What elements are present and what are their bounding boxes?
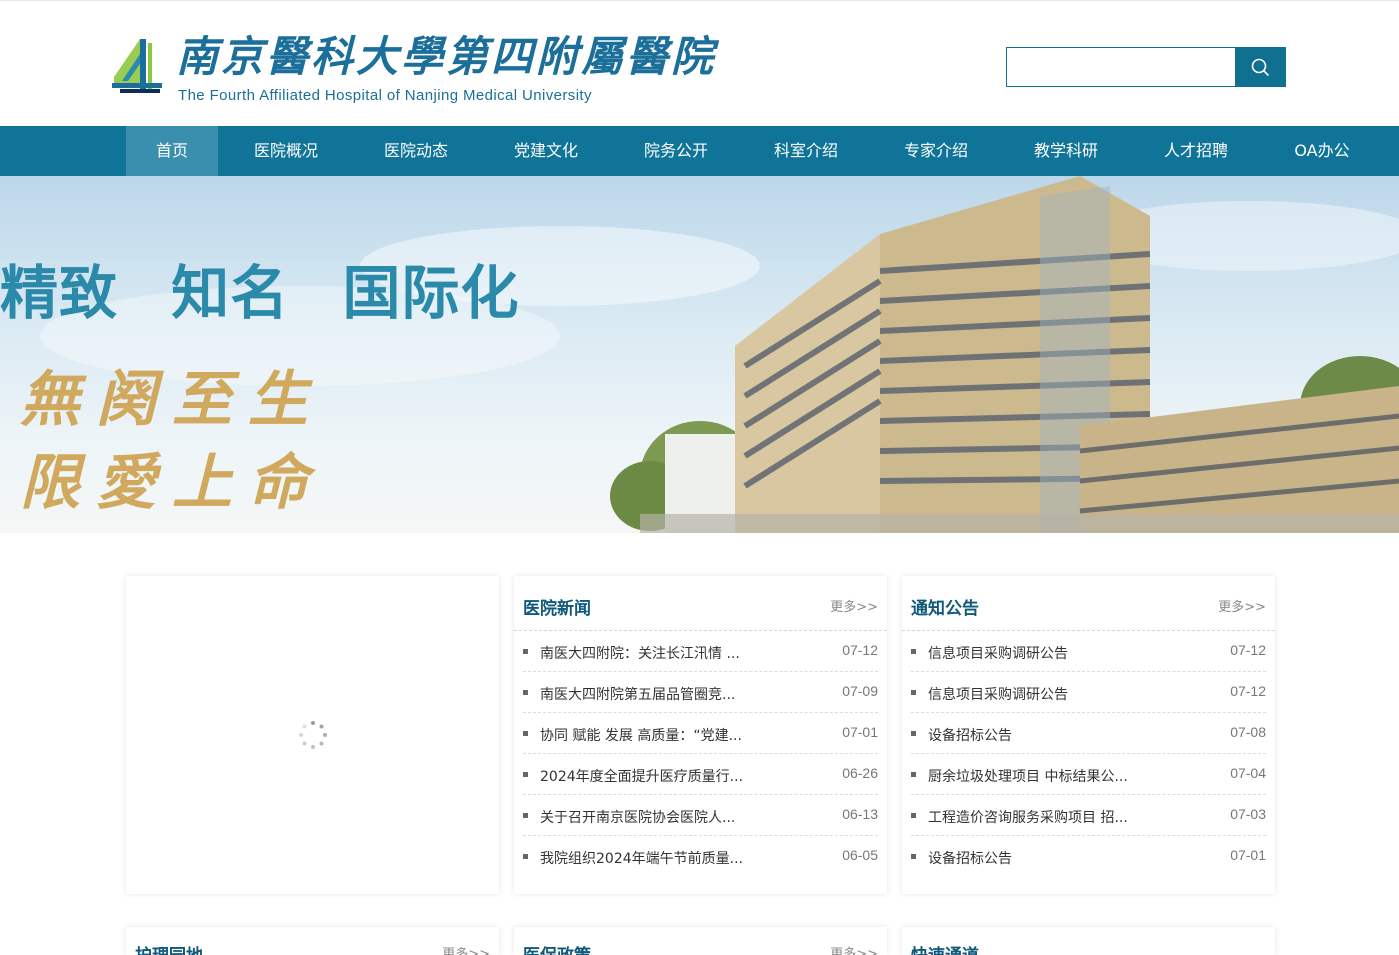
bullet-icon <box>523 854 528 859</box>
hospital-name-en: The Fourth Affiliated Hospital of Nanjin… <box>178 87 592 104</box>
search-button[interactable] <box>1235 48 1285 86</box>
list-item[interactable]: 信息项目采购调研公告 07-12 <box>911 672 1266 713</box>
bullet-icon <box>523 690 528 695</box>
hero-banner[interactable]: 精致 知名 国际化 無阕至生 限愛上命 <box>0 176 1399 533</box>
search-input[interactable] <box>1007 48 1236 86</box>
panel-title: 快速通道 <box>911 941 979 955</box>
panel-title: 护理园地 <box>135 941 203 955</box>
bullet-icon <box>911 772 916 777</box>
panel-header: 医院新闻 更多>> <box>514 576 887 631</box>
list-item[interactable]: 我院组织2024年端午节前质量... 06-05 <box>523 836 878 877</box>
item-title: 2024年度全面提升医疗质量行... <box>540 769 743 785</box>
list-item[interactable]: 南医大四附院：关注长江汛情 ... 07-12 <box>523 631 878 672</box>
nav-item-hospital-news[interactable]: 医院动态 <box>354 126 478 176</box>
bullet-icon <box>523 731 528 736</box>
item-title: 关于召开南京医院协会医院人... <box>540 810 736 826</box>
bullet-icon <box>911 813 916 818</box>
nav-item-recruitment[interactable]: 人才招聘 <box>1134 126 1258 176</box>
item-title: 我院组织2024年端午节前质量... <box>540 851 743 867</box>
list-item[interactable]: 设备招标公告 07-08 <box>911 713 1266 754</box>
list-item[interactable]: 协同 赋能 发展 高质量：“党建... 07-01 <box>523 713 878 754</box>
list-item[interactable]: 2024年度全面提升医疗质量行... 06-26 <box>523 754 878 795</box>
slogan-word-2: 知名 <box>171 259 290 327</box>
news-list: 南医大四附院：关注长江汛情 ... 07-12 南医大四附院第五届品管圈竞... 0… <box>523 631 878 877</box>
list-item[interactable]: 设备招标公告 07-01 <box>911 836 1266 877</box>
nav-item-home[interactable]: 首页 <box>126 126 218 176</box>
item-date: 06-13 <box>842 806 878 822</box>
insurance-policy-panel: 医保政策 更多>> <box>514 927 887 955</box>
nursing-panel: 护理园地 更多>> <box>126 927 499 955</box>
search-box <box>1006 47 1286 87</box>
featured-image-panel[interactable] <box>126 576 499 894</box>
bullet-icon <box>523 772 528 777</box>
slogan-word-3: 国际化 <box>342 259 520 327</box>
bullet-icon <box>911 731 916 736</box>
item-date: 07-01 <box>1230 847 1266 863</box>
item-date: 07-08 <box>1230 724 1266 740</box>
item-title: 厨余垃圾处理项目 中标结果公... <box>928 769 1128 785</box>
list-item[interactable]: 工程造价咨询服务采购项目 招... 07-03 <box>911 795 1266 836</box>
item-date: 07-09 <box>842 683 878 699</box>
list-item[interactable]: 信息项目采购调研公告 07-12 <box>911 631 1266 672</box>
number-four-logo-icon <box>112 39 162 93</box>
banner-calligraphy-line2: 限愛上命 <box>20 448 324 518</box>
list-item[interactable]: 南医大四附院第五届品管圈竞... 07-09 <box>523 672 878 713</box>
bullet-icon <box>911 854 916 859</box>
item-title: 南医大四附院第五届品管圈竞... <box>540 687 736 703</box>
list-item[interactable]: 厨余垃圾处理项目 中标结果公... 07-04 <box>911 754 1266 795</box>
nav-item-research[interactable]: 教学科研 <box>998 126 1134 176</box>
more-link[interactable]: 更多>> <box>442 943 490 955</box>
bullet-icon <box>523 649 528 654</box>
item-title: 南医大四附院：关注长江汛情 ... <box>540 646 740 662</box>
nav-item-affairs[interactable]: 院务公开 <box>614 126 738 176</box>
more-link[interactable]: 更多>> <box>830 943 878 955</box>
slogan-word-1: 精致 <box>0 259 119 327</box>
item-title: 设备招标公告 <box>928 851 1012 867</box>
more-link[interactable]: 更多>> <box>1218 596 1266 615</box>
item-date: 07-12 <box>1230 642 1266 658</box>
panel-title: 医保政策 <box>523 941 591 955</box>
bullet-icon <box>523 813 528 818</box>
quick-access-panel: 快速通道 <box>902 927 1275 955</box>
item-date: 06-05 <box>842 847 878 863</box>
nav-item-experts[interactable]: 专家介绍 <box>874 126 998 176</box>
panel-header: 通知公告 更多>> <box>902 576 1275 631</box>
item-date: 07-12 <box>842 642 878 658</box>
item-date: 07-12 <box>1230 683 1266 699</box>
nav-list: 首页 医院概况 医院动态 党建文化 院务公开 科室介绍 专家介绍 教学科研 人才… <box>126 126 1386 176</box>
banner-slogan: 精致 知名 国际化 <box>0 246 551 330</box>
list-item[interactable]: 关于召开南京医院协会医院人... 06-13 <box>523 795 878 836</box>
panel-title: 通知公告 <box>911 599 979 619</box>
notice-list: 信息项目采购调研公告 07-12 信息项目采购调研公告 07-12 设备招标公告 07… <box>911 631 1266 877</box>
item-date: 06-26 <box>842 765 878 781</box>
more-link[interactable]: 更多>> <box>830 596 878 615</box>
panel-title: 医院新闻 <box>523 599 591 619</box>
loading-spinner-icon <box>299 721 327 749</box>
item-title: 工程造价咨询服务采购项目 招... <box>928 810 1128 826</box>
site-header: 南京醫科大學第四附屬醫院 The Fourth Affiliated Hospi… <box>0 0 1399 126</box>
nav-item-party-culture[interactable]: 党建文化 <box>478 126 614 176</box>
item-title: 信息项目采购调研公告 <box>928 687 1068 703</box>
item-title: 协同 赋能 发展 高质量：“党建... <box>540 728 742 744</box>
bullet-icon <box>911 649 916 654</box>
hospital-news-panel: 医院新闻 更多>> 南医大四附院：关注长江汛情 ... 07-12 南医大四附院第… <box>514 576 887 894</box>
nav-item-oa[interactable]: OA办公 <box>1258 126 1386 176</box>
notices-panel: 通知公告 更多>> 信息项目采购调研公告 07-12 信息项目采购调研公告 07-1… <box>902 576 1275 894</box>
item-date: 07-03 <box>1230 806 1266 822</box>
nav-item-overview[interactable]: 医院概况 <box>218 126 354 176</box>
hospital-logo[interactable]: 南京醫科大學第四附屬醫院 The Fourth Affiliated Hospi… <box>110 29 713 109</box>
search-icon <box>1251 58 1269 76</box>
hospital-name-cn: 南京醫科大學第四附屬醫院 <box>176 32 717 81</box>
nav-item-departments[interactable]: 科室介绍 <box>738 126 874 176</box>
bullet-icon <box>911 690 916 695</box>
item-date: 07-01 <box>842 724 878 740</box>
item-title: 设备招标公告 <box>928 728 1012 744</box>
item-date: 07-04 <box>1230 765 1266 781</box>
item-title: 信息项目采购调研公告 <box>928 646 1068 662</box>
main-nav: 首页 医院概况 医院动态 党建文化 院务公开 科室介绍 专家介绍 教学科研 人才… <box>0 126 1399 176</box>
banner-calligraphy-line1: 無阕至生 <box>20 365 324 435</box>
